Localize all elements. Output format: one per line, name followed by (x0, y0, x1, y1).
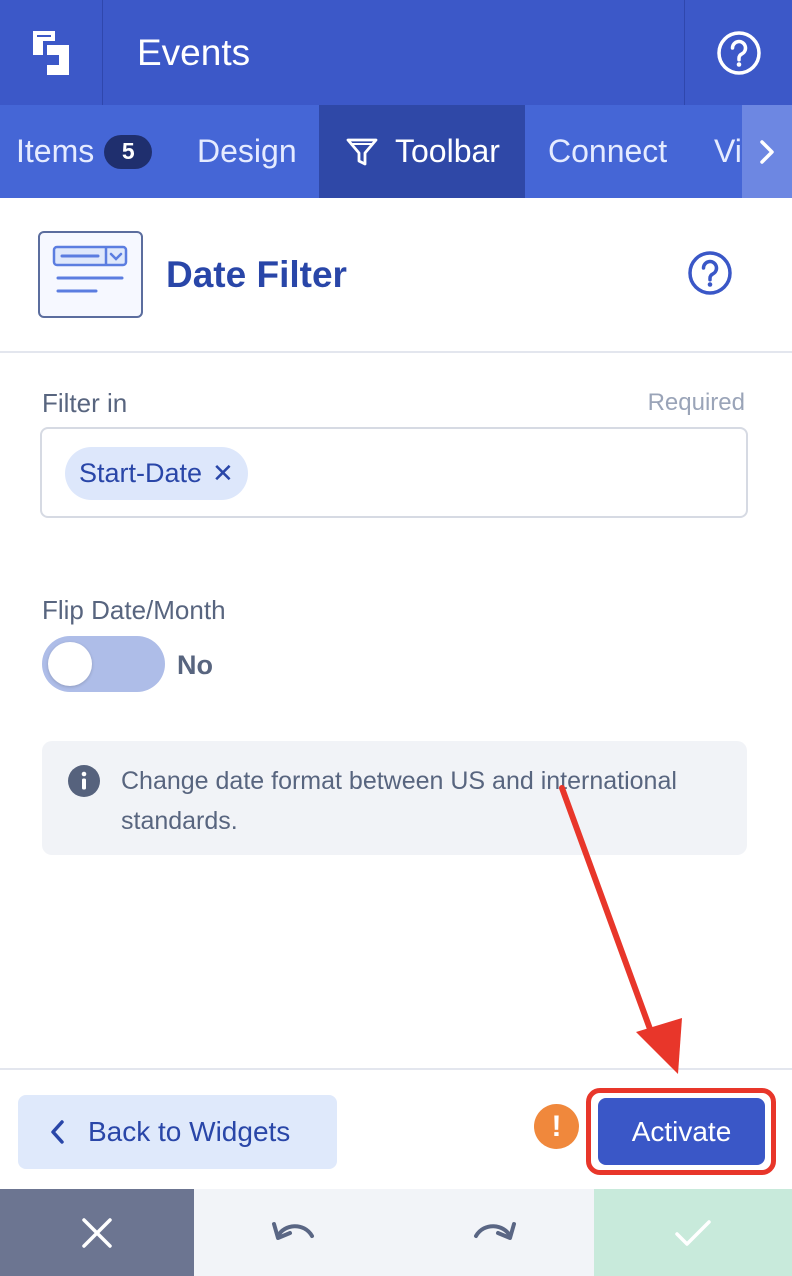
footer-divider (0, 1068, 792, 1070)
widget-help-button[interactable] (687, 250, 733, 301)
filter-chip: Start-Date ✕ (65, 447, 248, 500)
cancel-button[interactable] (0, 1189, 194, 1276)
widget-title: Date Filter (166, 254, 347, 295)
back-to-widgets-button[interactable]: Back to Widgets (18, 1095, 337, 1169)
flip-date-month-label: Flip Date/Month (42, 595, 226, 625)
top-bar: Events (0, 0, 792, 105)
tab-connect[interactable]: Connect (548, 105, 667, 198)
app-title-cell: Events (103, 0, 684, 105)
check-icon (675, 1219, 711, 1246)
header-help-button[interactable] (684, 0, 792, 105)
tab-bar: Items 5 Design Toolbar Connect Vi (0, 105, 792, 198)
items-count-badge: 5 (104, 134, 153, 169)
tab-toolbar[interactable]: Toolbar (319, 105, 525, 198)
tab-vi[interactable]: Vi (714, 105, 742, 198)
tab-toolbar-label: Toolbar (395, 133, 500, 169)
date-filter-widget-icon (38, 231, 143, 318)
confirm-button[interactable] (594, 1189, 792, 1276)
filter-icon (346, 138, 378, 165)
redo-button[interactable] (394, 1189, 594, 1276)
activate-button[interactable]: Activate (598, 1098, 765, 1165)
tab-items-label: Items (16, 133, 95, 169)
app-title: Events (137, 31, 251, 73)
logo[interactable] (0, 0, 103, 105)
toggle-state-text: No (177, 650, 213, 680)
bottom-action-bar (0, 1189, 792, 1276)
info-icon (68, 765, 100, 797)
info-text: Change date format between US and intern… (121, 767, 677, 835)
toggle-knob (48, 642, 92, 686)
help-circle-icon (716, 30, 761, 75)
warning-icon[interactable]: ! (534, 1104, 579, 1149)
chevron-left-icon (48, 1118, 66, 1146)
close-icon (82, 1217, 112, 1248)
chip-remove-icon[interactable]: ✕ (212, 458, 234, 489)
info-box: Change date format between US and intern… (42, 741, 747, 855)
tab-design-label: Design (197, 133, 297, 169)
filter-in-label: Filter in (42, 388, 128, 418)
app-logo-icon (33, 30, 69, 75)
help-circle-icon (688, 251, 732, 295)
filter-chip-label: Start-Date (79, 458, 203, 488)
required-indicator: Required (647, 389, 745, 416)
tab-design[interactable]: Design (197, 105, 297, 198)
tab-scroll-right-button[interactable] (742, 105, 792, 198)
widget-header: Date Filter (0, 198, 792, 353)
tab-vi-label: Vi (714, 133, 742, 169)
back-to-widgets-label: Back to Widgets (88, 1116, 291, 1147)
filter-in-field[interactable]: Start-Date ✕ (40, 427, 748, 518)
undo-icon (272, 1221, 314, 1240)
undo-button[interactable] (194, 1189, 394, 1276)
tab-connect-label: Connect (548, 133, 668, 169)
chevron-right-icon (760, 139, 774, 164)
redo-icon (474, 1221, 516, 1240)
flip-date-month-toggle[interactable] (42, 636, 165, 692)
tab-items[interactable]: Items 5 (16, 105, 153, 198)
